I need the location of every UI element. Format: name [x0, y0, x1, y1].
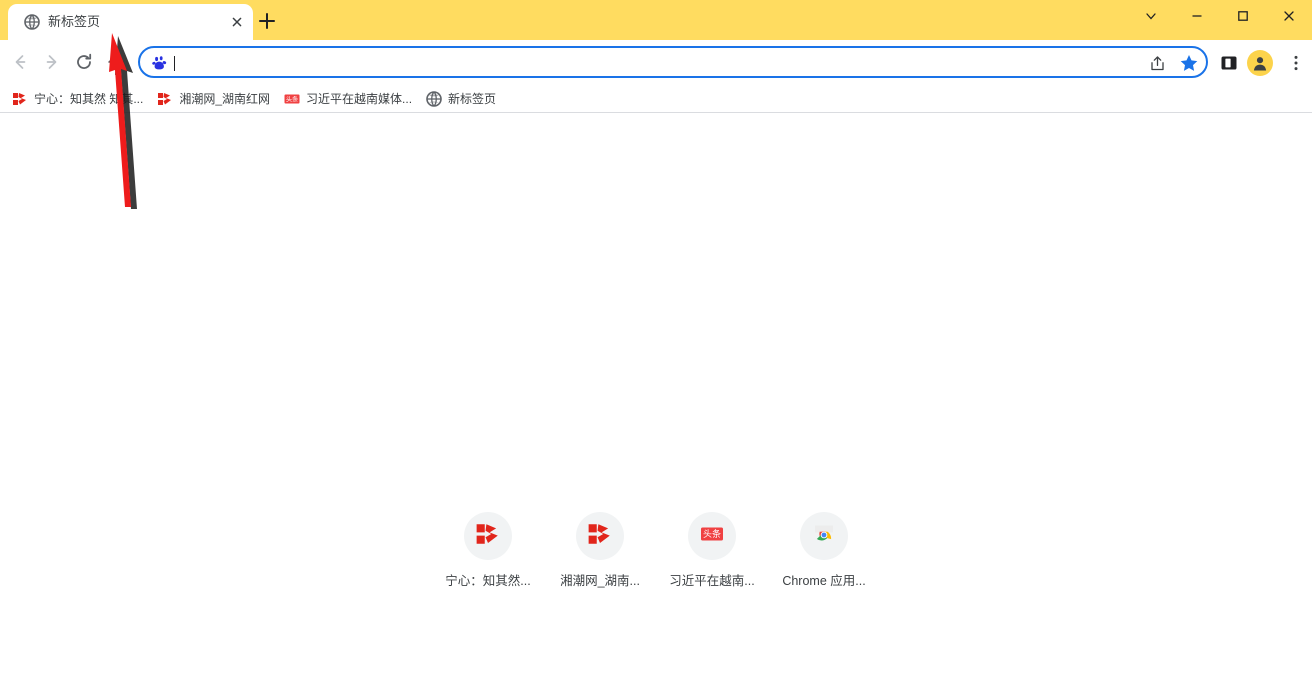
svg-text:头条: 头条: [703, 528, 721, 540]
forward-button[interactable]: [38, 48, 66, 76]
tile-label: 习近平在越南...: [669, 574, 755, 588]
text-cursor: [174, 56, 175, 71]
window-controls: [1128, 0, 1312, 40]
browser-window: 新标签页 宁心：知其然 知其... 湘潮网_湖南红网 头条 习近平在越南媒体..…: [0, 0, 1312, 687]
tile-label: 湘潮网_湖南...: [560, 574, 640, 588]
address-bar[interactable]: [138, 46, 1208, 78]
baidu-paw-icon: [152, 55, 168, 71]
tile-icon-circle: 头条: [688, 512, 736, 560]
back-button[interactable]: [6, 48, 34, 76]
tile-icon-circle: [464, 512, 512, 560]
bookmark-item[interactable]: 湘潮网_湖南红网: [153, 88, 278, 110]
shortcut-tile[interactable]: 湘潮网_湖南...: [544, 506, 656, 589]
hongwang-icon: [475, 521, 501, 552]
bookmark-item[interactable]: 宁心：知其然 知其...: [8, 88, 151, 110]
tile-label: 宁心：知其然...: [445, 574, 531, 588]
shortcut-tile[interactable]: Chrome 应用...: [768, 506, 880, 589]
shortcut-tile[interactable]: 头条 习近平在越南...: [656, 506, 768, 589]
tab-title: 新标签页: [48, 14, 101, 29]
bookmarks-bar: 宁心：知其然 知其... 湘潮网_湖南红网 头条 习近平在越南媒体... 新标签…: [0, 85, 1312, 112]
hongwang-icon: [12, 91, 28, 107]
side-panel-icon[interactable]: [1216, 50, 1242, 76]
toutiao-icon: 头条: [284, 91, 300, 107]
svg-text:头条: 头条: [286, 95, 298, 103]
share-icon[interactable]: [1145, 51, 1169, 75]
chrome-logo-icon: [811, 521, 837, 552]
tile-icon-circle: [800, 512, 848, 560]
new-tab-page: 宁心：知其然... 湘潮网_湖南... 头条 习近平在越南... Chrome …: [0, 113, 1312, 687]
toutiao-icon: 头条: [699, 521, 725, 552]
address-bar-input[interactable]: [178, 48, 1138, 76]
star-icon[interactable]: [1177, 51, 1201, 75]
hongwang-icon: [157, 91, 173, 107]
tile-icon-circle: [576, 512, 624, 560]
tab-new-tab-page[interactable]: 新标签页: [8, 4, 253, 40]
shortcut-tile[interactable]: 宁心：知其然...: [432, 506, 544, 589]
window-collapse-button[interactable]: [1128, 0, 1174, 32]
bookmark-label: 宁心：知其然 知其...: [34, 92, 144, 106]
globe-icon: [426, 90, 442, 107]
bookmark-label: 新标签页: [448, 92, 497, 106]
avatar[interactable]: [1247, 50, 1273, 76]
bookmark-item[interactable]: 头条 习近平在越南媒体...: [280, 88, 420, 110]
tile-label: Chrome 应用...: [782, 574, 866, 588]
new-tab-button[interactable]: [256, 10, 278, 32]
three-dot-menu-icon[interactable]: [1283, 50, 1309, 76]
reload-button[interactable]: [70, 48, 98, 76]
window-maximize-button[interactable]: [1220, 0, 1266, 32]
bookmark-label: 习近平在越南媒体...: [306, 92, 413, 106]
tab-strip: 新标签页: [0, 0, 1312, 40]
home-button[interactable]: [102, 48, 130, 76]
hongwang-icon: [587, 521, 613, 552]
window-close-button[interactable]: [1266, 0, 1312, 32]
globe-icon: [24, 14, 40, 30]
bookmark-item[interactable]: 新标签页: [422, 88, 504, 110]
tab-close-button[interactable]: [229, 14, 245, 30]
shortcut-tiles: 宁心：知其然... 湘潮网_湖南... 头条 习近平在越南... Chrome …: [0, 506, 1312, 589]
window-minimize-button[interactable]: [1174, 0, 1220, 32]
bookmark-label: 湘潮网_湖南红网: [179, 92, 271, 106]
